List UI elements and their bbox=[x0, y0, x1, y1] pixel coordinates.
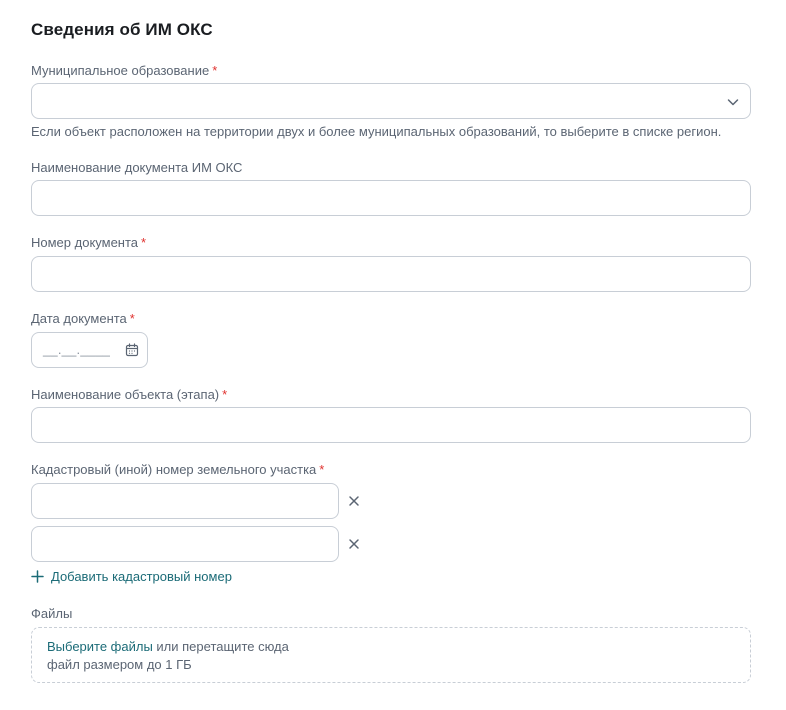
section-title: Сведения об ИМ ОКС bbox=[31, 20, 213, 39]
calendar-icon[interactable] bbox=[125, 343, 139, 357]
file-dropzone[interactable]: Выберите файлы или перетащите сюда файл … bbox=[31, 627, 751, 683]
file-size-hint: файл размером до 1 ГБ bbox=[47, 657, 192, 672]
cadastral-input-2[interactable] bbox=[32, 527, 338, 561]
doc-number-label: Номер документа * bbox=[31, 235, 146, 250]
required-mark: * bbox=[141, 235, 147, 250]
doc-number-field[interactable] bbox=[31, 256, 751, 292]
doc-date-placeholder[interactable]: __.__.____ bbox=[43, 342, 110, 357]
dropzone-text: Выберите файлы или перетащите сюда bbox=[47, 639, 289, 654]
required-mark: * bbox=[319, 462, 325, 477]
doc-date-label-text: Дата документа bbox=[31, 311, 127, 326]
doc-name-label: Наименование документа ИМ ОКС bbox=[31, 160, 242, 175]
select-files-link[interactable]: Выберите файлы bbox=[47, 639, 153, 654]
doc-date-field[interactable]: __.__.____ bbox=[31, 332, 148, 368]
add-cadastral-button[interactable]: Добавить кадастровый номер bbox=[31, 569, 232, 584]
doc-name-input[interactable] bbox=[32, 181, 750, 215]
doc-name-label-text: Наименование документа ИМ ОКС bbox=[31, 160, 243, 175]
cadastral-label-text: Кадастровый (иной) номер земельного учас… bbox=[31, 462, 317, 477]
doc-number-label-text: Номер документа bbox=[31, 235, 139, 250]
municipality-label-text: Муниципальное образование bbox=[31, 63, 210, 78]
object-name-label: Наименование объекта (этапа) * bbox=[31, 387, 227, 402]
add-cadastral-label[interactable]: Добавить кадастровый номер bbox=[51, 569, 232, 584]
cadastral-field-1[interactable] bbox=[31, 483, 339, 519]
doc-number-input[interactable] bbox=[32, 257, 750, 291]
drop-text: или перетащите сюда bbox=[152, 639, 289, 654]
chevron-down-icon[interactable] bbox=[726, 95, 740, 109]
municipality-hint: Если объект расположен на территории дву… bbox=[31, 124, 722, 139]
cadastral-input-1[interactable] bbox=[32, 484, 338, 518]
municipality-select-input[interactable] bbox=[32, 84, 750, 118]
required-mark: * bbox=[222, 387, 228, 402]
cadastral-field-2[interactable] bbox=[31, 526, 339, 562]
doc-date-label: Дата документа * bbox=[31, 311, 135, 326]
files-label-text: Файлы bbox=[31, 606, 73, 621]
required-mark: * bbox=[212, 63, 218, 78]
cadastral-label: Кадастровый (иной) номер земельного учас… bbox=[31, 462, 324, 477]
municipality-select[interactable] bbox=[31, 83, 751, 119]
required-mark: * bbox=[129, 311, 135, 326]
object-name-field[interactable] bbox=[31, 407, 751, 443]
close-icon[interactable] bbox=[347, 494, 361, 508]
doc-name-field[interactable] bbox=[31, 180, 751, 216]
object-name-label-text: Наименование объекта (этапа) bbox=[31, 387, 220, 402]
object-name-input[interactable] bbox=[32, 408, 750, 442]
files-label: Файлы bbox=[31, 606, 72, 621]
municipality-label: Муниципальное образование * bbox=[31, 63, 217, 78]
plus-icon[interactable] bbox=[31, 570, 44, 583]
close-icon[interactable] bbox=[347, 537, 361, 551]
